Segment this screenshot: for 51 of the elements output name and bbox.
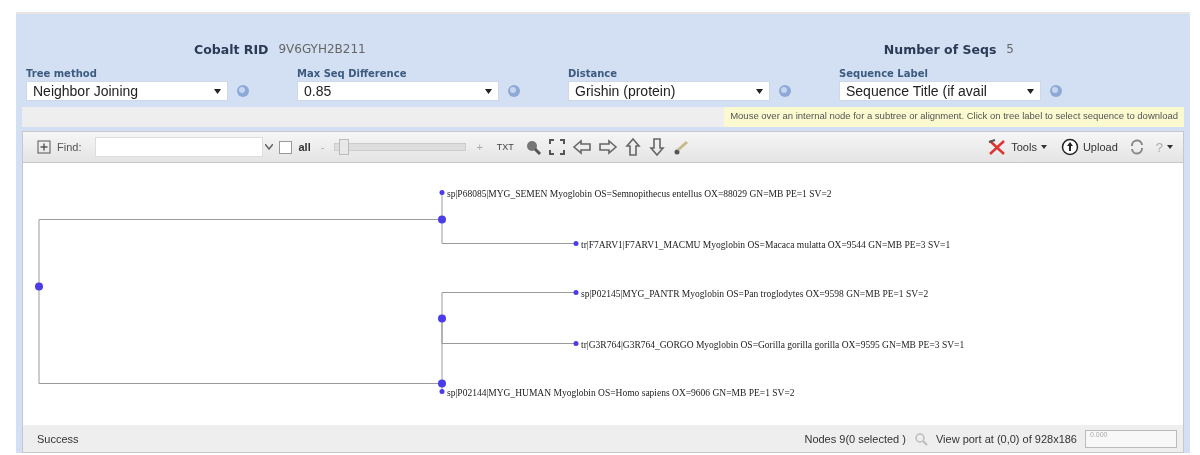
internal-node[interactable]: [438, 215, 446, 224]
leaf-node[interactable]: [573, 241, 579, 246]
internal-node[interactable]: [438, 379, 446, 388]
fullscreen-icon[interactable]: [547, 138, 566, 156]
viewport-info: View port at (0,0) of 928x186: [935, 432, 1077, 445]
control-label: Tree method: [26, 68, 98, 79]
internal-node[interactable]: [35, 282, 43, 291]
control-label: Sequence Label: [839, 68, 929, 79]
caret-icon: [485, 88, 492, 94]
leaf-node[interactable]: [573, 341, 579, 346]
hint-text: Mouse over an internal node for a subtree or alignment. Click on tree label to select sequence to download: [724, 107, 1184, 127]
down-arrow-icon[interactable]: [647, 137, 666, 157]
upload-icon: [1060, 138, 1079, 156]
caret-icon[interactable]: [265, 144, 274, 150]
txt-button[interactable]: TXT: [492, 142, 518, 152]
dropdown[interactable]: 0.85: [297, 81, 499, 101]
left-arrow-icon[interactable]: [571, 138, 592, 156]
node-count: Nodes 9(0 selected ): [804, 432, 906, 445]
all-label: all: [298, 141, 311, 153]
caret-icon: [1167, 145, 1173, 149]
dropdown[interactable]: Grishin (protein): [568, 81, 770, 101]
tools-button[interactable]: Tools: [983, 138, 1051, 156]
rid-label: Cobalt RID: [194, 41, 269, 57]
sequence-label[interactable]: sp|P02144|MYG_HUMAN Myoglobin OS=Homo sapiens OX=9606 GN=MB PE=1 SV=2: [447, 387, 795, 398]
find-label: Find:: [57, 141, 82, 153]
leaf-node[interactable]: [439, 190, 445, 195]
dropdown[interactable]: Sequence Title (if avail: [839, 81, 1041, 101]
internal-node[interactable]: [438, 314, 446, 323]
sequence-label[interactable]: sp|P02145|MYG_PANTR Myoglobin OS=Pan troglodytes OX=9598 GN=MB PE=1 SV=2: [581, 288, 929, 299]
sequence-label[interactable]: tr|G3R764|G3R764_GORGO Myoglobin OS=Gorilla gorilla gorilla OX=9595 GN=MB PE=3 SV=1: [581, 339, 965, 350]
up-arrow-icon[interactable]: [623, 137, 642, 157]
expand-icon[interactable]: [37, 140, 51, 154]
control-label: Max Seq Difference: [297, 68, 408, 79]
status-message: Success: [37, 432, 79, 445]
right-arrow-icon[interactable]: [597, 138, 618, 156]
upload-button[interactable]: Upload: [1056, 138, 1122, 156]
dropdown[interactable]: Neighbor Joining: [26, 81, 228, 101]
seqs-value: 5: [1006, 42, 1014, 56]
sequence-label[interactable]: sp|P68085|MYG_SEMEN Myoglobin OS=Semnopithecus entellus OX=88029 GN=MB PE=1 SV=2: [447, 188, 832, 199]
sequence-label[interactable]: tr|F7ARV1|F7ARV1_MACMU Myoglobin OS=Macaca mulatta OX=9544 GN=MB PE=3 SV=1: [581, 239, 951, 250]
caret-icon: [1040, 145, 1047, 149]
rid-value: 9V6GYH2B211: [278, 42, 366, 56]
all-checkbox[interactable]: [279, 140, 293, 154]
leaf-node[interactable]: [439, 389, 445, 394]
control-label: Distance: [568, 68, 619, 79]
caret-icon: [1027, 88, 1034, 94]
find-field[interactable]: [95, 137, 264, 157]
seqs-label: Number of Seqs: [883, 41, 997, 57]
leaf-node[interactable]: [573, 290, 579, 295]
caret-icon: [214, 88, 221, 94]
caret-icon: [756, 88, 763, 94]
